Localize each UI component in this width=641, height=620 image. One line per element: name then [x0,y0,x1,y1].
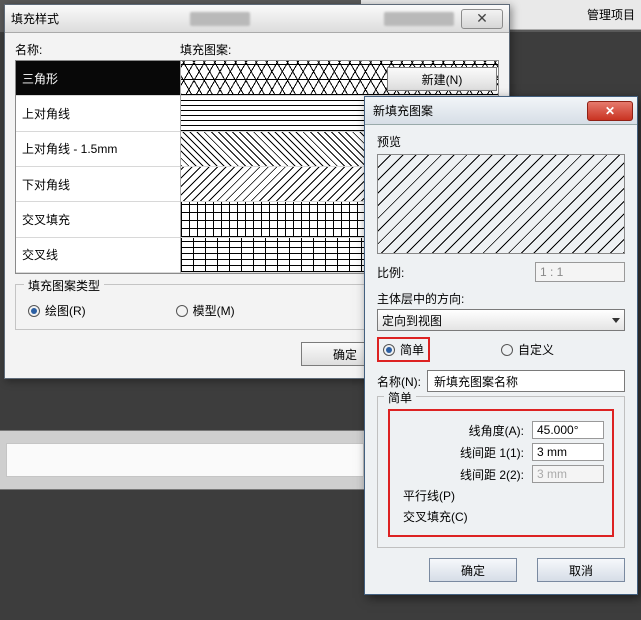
close-icon[interactable]: ✕ [587,101,633,121]
blurred-area [190,12,250,26]
new-button[interactable]: 新建(N) [387,67,497,91]
dlg1-titlebar[interactable]: 填充样式 ✕ [5,5,509,33]
spacing1-label: 线间距 1(1): [398,444,532,461]
preview-label: 预览 [377,133,625,150]
blurred-area [384,12,454,26]
angle-input[interactable]: 45.000° [532,421,604,439]
list-item[interactable]: 上对角线 - 1.5mm [16,132,180,167]
list-item[interactable]: 上对角线 [16,96,180,131]
ratio-input: 1 : 1 [535,262,625,282]
radio-custom[interactable]: 自定义 [501,337,625,362]
direction-select[interactable]: 定向到视图 [377,309,625,331]
list-item[interactable]: 交叉线 [16,238,180,273]
spacing2-input: 3 mm [532,465,604,483]
ribbon-strip [0,430,370,490]
manage-project-label[interactable]: 管理项目 [587,6,635,23]
cancel-button[interactable]: 取消 [537,558,625,582]
radio-model[interactable]: 模型(M) [176,302,235,319]
group-title: 填充图案类型 [24,277,104,294]
list-item[interactable]: 三角形 [16,61,180,96]
radio-drawing[interactable]: 绘图(R) [28,302,86,319]
pattern-name-input[interactable]: 新填充图案名称 [427,370,625,392]
dlg2-titlebar[interactable]: 新填充图案 ✕ [365,97,637,125]
ratio-label: 比例: [377,264,535,281]
name-label: 名称(N): [377,373,421,390]
list-item[interactable]: 交叉填充 [16,202,180,237]
new-fill-pattern-dialog: 新填充图案 ✕ 预览 比例: 1 : 1 主体层中的方向: 定向到视图 简单 自… [364,96,638,595]
radio-simple[interactable]: 简单 [377,337,501,362]
spacing2-label: 线间距 2(2): [398,466,532,483]
preview-box [377,154,625,254]
direction-label: 主体层中的方向: [377,290,625,307]
group-legend: 简单 [384,389,416,406]
angle-label: 线角度(A): [398,422,532,439]
radio-parallel[interactable]: 平行线(P) [398,487,604,504]
dlg2-title: 新填充图案 [373,102,433,119]
simple-group: 简单 线角度(A): 45.000° 线间距 1(1): 3 mm 线间距 2(… [377,396,625,548]
close-icon[interactable]: ✕ [461,9,503,29]
pattern-header: 填充图案: [180,41,231,58]
dlg1-title: 填充样式 [11,10,59,27]
list-item[interactable]: 下对角线 [16,167,180,202]
radio-crosshatch[interactable]: 交叉填充(C) [398,508,604,525]
spacing1-input[interactable]: 3 mm [532,443,604,461]
ok-button[interactable]: 确定 [429,558,517,582]
name-header: 名称: [15,41,180,58]
